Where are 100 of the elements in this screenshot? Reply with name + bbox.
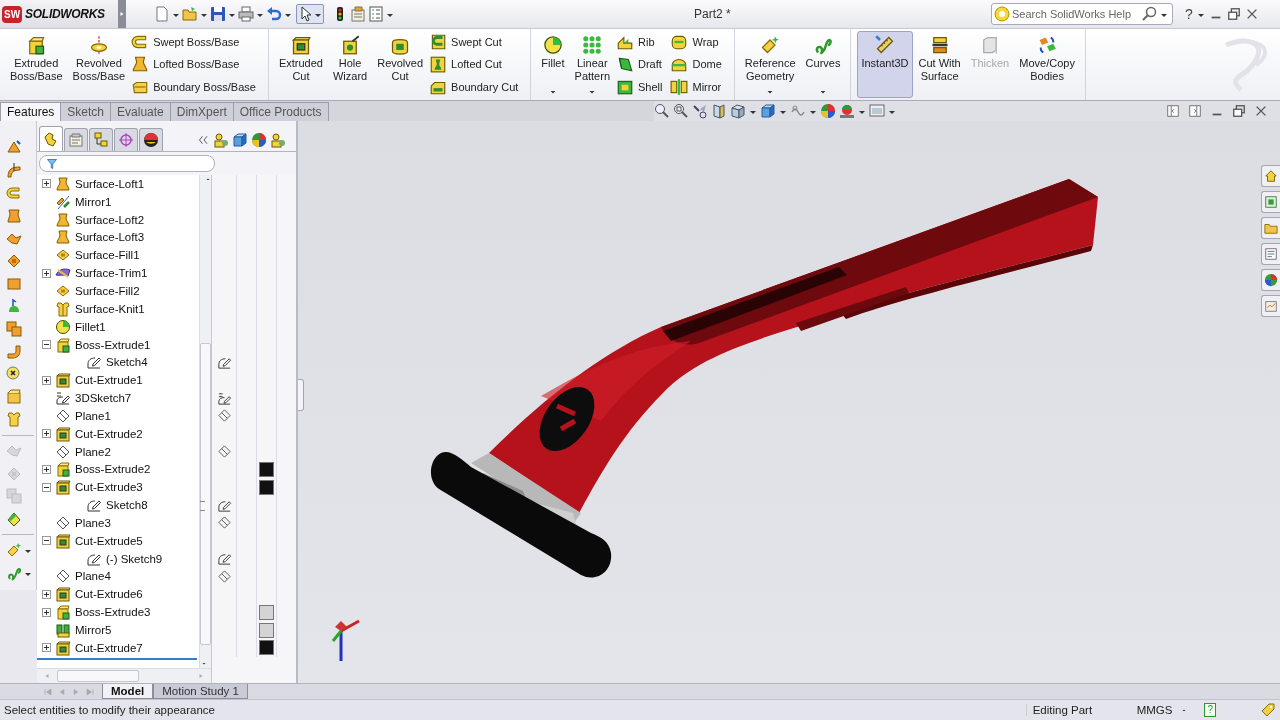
search-icon[interactable] — [1142, 6, 1158, 22]
appearance-swatch[interactable] — [259, 461, 274, 477]
filter-field[interactable] — [39, 155, 215, 172]
task-pane-tab[interactable] — [1261, 165, 1280, 187]
ribbon-button[interactable]: Shell — [616, 77, 669, 96]
tree-item[interactable]: Boss-Extrude2 — [75, 463, 151, 476]
appearance-swatch[interactable] — [259, 640, 274, 656]
scroll-thumb[interactable] — [200, 343, 211, 645]
plane-surface-icon[interactable] — [6, 275, 22, 292]
search-field[interactable]: Search SolidWorks Help — [1012, 8, 1140, 20]
task-pane-tab[interactable] — [1261, 295, 1280, 317]
tree-item[interactable]: Cut-Extrude5 — [75, 534, 143, 547]
search-box[interactable]: Search SolidWorks Help — [991, 3, 1173, 25]
tree-item[interactable]: 3DSketch7 — [75, 392, 132, 405]
ribbon-tab[interactable]: Sketch — [60, 102, 112, 121]
knit-icon[interactable] — [6, 411, 22, 428]
ribbon-button[interactable]: Hole Wizard — [328, 31, 372, 98]
tree-item[interactable]: Plane2 — [75, 445, 111, 458]
ribbon-button[interactable]: Draft — [616, 55, 669, 74]
zoom-area-icon[interactable] — [673, 103, 689, 119]
expand-icon[interactable] — [42, 607, 51, 617]
tree-item[interactable]: Cut-Extrude7 — [75, 641, 143, 654]
tree-item[interactable]: Mirror1 — [75, 195, 112, 208]
appearance-swatch[interactable] — [259, 479, 274, 495]
ribbon-button[interactable]: Move/Copy Bodies — [1015, 31, 1079, 98]
offset-icon[interactable] — [6, 321, 22, 338]
split-left-icon[interactable] — [1166, 104, 1180, 118]
fillet-icon[interactable] — [6, 510, 22, 527]
collapse-icon[interactable] — [42, 482, 51, 492]
fill-patch-icon[interactable] — [6, 253, 22, 270]
delete-face-icon[interactable] — [6, 366, 22, 383]
view-orientation-icon[interactable] — [730, 103, 746, 119]
undo-icon[interactable] — [266, 6, 282, 22]
ribbon-tab[interactable]: Evaluate — [110, 102, 171, 121]
ribbon-tab[interactable]: DimXpert — [169, 102, 234, 121]
appearance-swatch[interactable] — [259, 622, 274, 638]
print-icon[interactable] — [238, 6, 254, 22]
tree-item[interactable]: Boss-Extrude1 — [75, 338, 151, 351]
tree-item[interactable]: Surface-Fill2 — [75, 285, 140, 297]
plane-icon[interactable] — [216, 515, 232, 531]
task-pane-tab[interactable] — [1261, 217, 1280, 239]
plane-star-icon[interactable] — [6, 542, 22, 559]
expand-icon[interactable] — [42, 268, 51, 278]
appearance-icon[interactable] — [820, 103, 836, 119]
restore-icon[interactable] — [1232, 104, 1246, 118]
tree-item[interactable]: Plane4 — [75, 570, 111, 583]
scrollbar[interactable] — [199, 175, 211, 668]
tree-item[interactable]: Cut-Extrude2 — [75, 427, 143, 440]
tree-item[interactable]: Surface-Fill1 — [75, 249, 140, 262]
previous-view-icon[interactable] — [692, 103, 708, 119]
sweep-icon[interactable] — [6, 185, 22, 202]
collapse-icon[interactable] — [42, 536, 51, 546]
expand-icon[interactable] — [42, 179, 51, 189]
scroll-thumb[interactable] — [57, 670, 139, 682]
ribbon-button[interactable]: Mirror — [670, 77, 728, 96]
plane-icon[interactable] — [216, 444, 232, 460]
ribbon-button[interactable]: Wrap — [670, 33, 728, 52]
restore-icon[interactable] — [1226, 7, 1241, 21]
tag-icon[interactable] — [1260, 702, 1276, 718]
scrollbar[interactable] — [37, 668, 211, 683]
ribbon-button[interactable]: Extruded Cut — [274, 31, 327, 98]
ribbon-button[interactable]: Rib — [616, 33, 669, 52]
tree-item[interactable]: Boss-Extrude3 — [75, 606, 151, 619]
rollback-bar[interactable] — [37, 657, 197, 660]
ribbon-tab[interactable]: Features — [0, 102, 62, 121]
ribbon-button[interactable]: Revolved Cut — [373, 31, 428, 98]
ribbon-button[interactable]: Dome — [670, 55, 728, 74]
expand-icon[interactable] — [42, 375, 51, 385]
tree-item[interactable]: Surface-Loft2 — [75, 213, 145, 226]
tree-item[interactable]: (-) Sketch9 — [106, 552, 163, 565]
task-pane-tab[interactable] — [1261, 269, 1280, 291]
ribbon-button[interactable]: Boundary Boss/Base — [131, 77, 262, 96]
tree-item[interactable]: Mirror5 — [75, 624, 112, 636]
ribbon-button[interactable]: Swept Cut — [429, 33, 525, 52]
tree-item[interactable]: Plane1 — [75, 409, 111, 422]
model-tab[interactable]: Motion Study 1 — [153, 684, 248, 699]
ribbon-button[interactable]: Swept Boss/Base — [131, 33, 262, 52]
close-icon[interactable] — [1254, 104, 1268, 118]
plane-icon[interactable] — [216, 408, 232, 424]
ribbon-button[interactable]: Lofted Boss/Base — [131, 55, 262, 74]
ribbon-button[interactable]: Instant3D — [857, 31, 913, 98]
expand-icon[interactable] — [42, 589, 51, 599]
tree-item[interactable]: Plane3 — [75, 516, 111, 529]
collapse-icon[interactable] — [42, 340, 51, 349]
tree-item[interactable]: Sketch4 — [106, 356, 148, 369]
bell-icon[interactable] — [6, 208, 22, 225]
tree-item[interactable]: Surface-Loft3 — [75, 231, 145, 244]
ruled-icon[interactable] — [6, 343, 22, 360]
ribbon-tab[interactable]: Office Products — [232, 102, 329, 121]
select-icon[interactable] — [298, 6, 314, 22]
save-icon[interactable] — [210, 6, 226, 22]
plane-icon[interactable] — [216, 569, 232, 584]
tree-item[interactable]: Surface-Knit1 — [75, 302, 145, 315]
units-button[interactable]: MMGS — [1136, 704, 1173, 716]
ribbon-button[interactable]: Cut With Surface — [914, 31, 965, 98]
panel-tab[interactable] — [39, 126, 63, 151]
expand-icon[interactable] — [42, 643, 51, 653]
ribbon-button[interactable]: Boundary Cut — [429, 77, 525, 96]
tree-item[interactable]: Cut-Extrude6 — [75, 588, 143, 601]
task-pane-tab[interactable] — [1261, 243, 1280, 265]
